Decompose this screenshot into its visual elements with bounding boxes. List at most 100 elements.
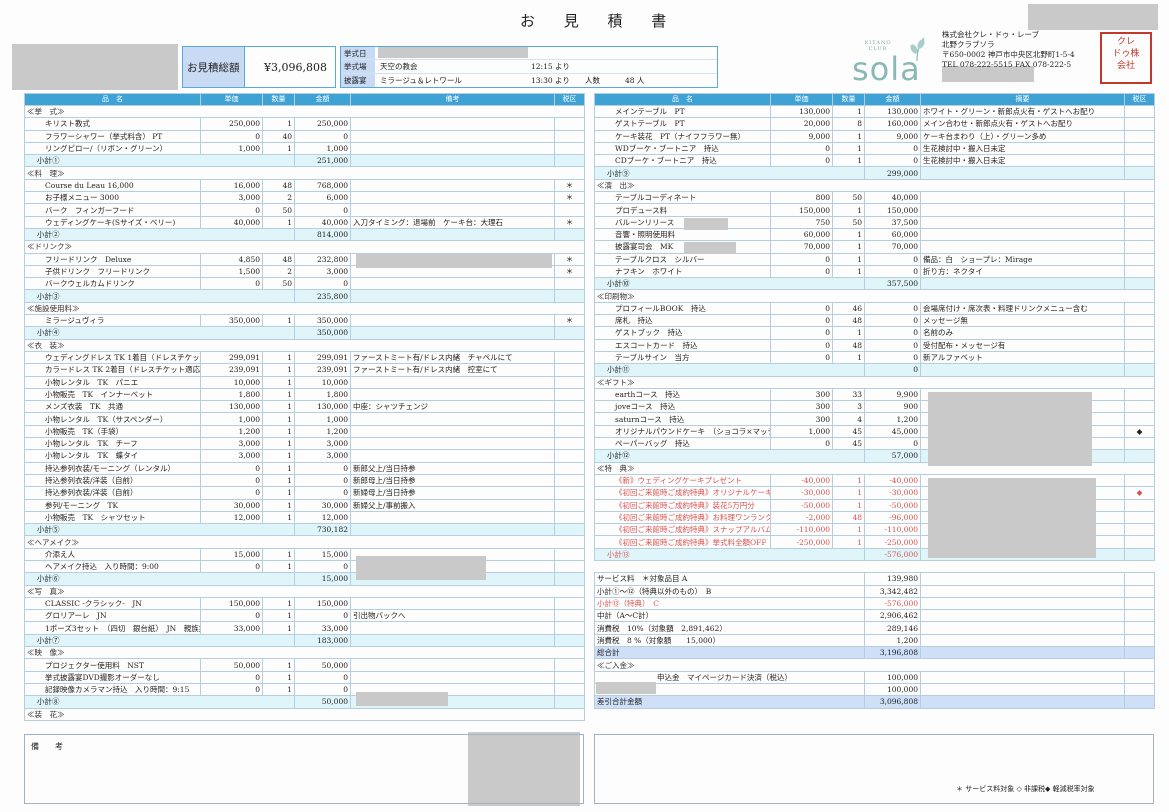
company-seal: クレ ドゥ株 会社	[1100, 32, 1152, 84]
table-row: 挙式披露宴DVD撮影オーダーなし 0 1 0	[24, 670, 585, 684]
item-qty: 1	[262, 314, 295, 328]
event-k: 披露宴	[341, 73, 375, 87]
cell-tax	[1124, 621, 1155, 635]
item-note: 備品：白 ショープレ：Mirage	[920, 252, 1125, 266]
redacted-perk-notes	[928, 478, 1096, 558]
item-qty: 40	[262, 129, 295, 143]
table-row: 小計⑬（特典） C -576,000	[594, 596, 1155, 611]
item-note: 会場席付け・席次表・料理ドリンクメニュー含む	[920, 301, 1125, 316]
redacted-deposit-name	[596, 682, 656, 694]
item-name: 《新》ウェディングケーキプレゼント	[594, 473, 771, 488]
item-qty: 1	[832, 350, 865, 365]
cell-tax	[554, 523, 585, 537]
item-tax	[1124, 129, 1155, 143]
item-amount: 0	[294, 203, 351, 217]
item-name: 子供ドリンク フリードリンク	[24, 264, 201, 279]
cell-tax	[1124, 609, 1155, 623]
item-price: 0	[770, 264, 833, 279]
table-row: 席札 持込 0 48 0 メッセージ無	[594, 314, 1155, 328]
item-price: 750	[770, 215, 833, 229]
table-row: 小物販売 TK インナーベット 1,800 1 1,800	[24, 387, 585, 402]
item-price: 9,000	[770, 129, 833, 143]
item-name: ゲストテーブル PT	[594, 117, 771, 131]
item-tax	[1124, 117, 1155, 131]
table-row: ケーキ装花 PT（ナイフフラワー無） 9,000 1 9,000 ケーキ台まわり（上）・…	[594, 129, 1155, 143]
item-tax	[1124, 387, 1155, 402]
item-note	[350, 141, 555, 156]
item-amount: 232,800	[294, 252, 351, 266]
item-qty: 1	[262, 486, 295, 500]
item-tax	[554, 412, 585, 426]
item-name: 小物販売 TK インナーベット	[24, 387, 201, 402]
item-amount: 0	[294, 486, 351, 500]
section-header: ≪写 真≫	[24, 584, 585, 598]
item-amount: 350,000	[294, 314, 351, 328]
item-qty: 1	[262, 215, 295, 229]
section-header: ≪映 像≫	[24, 646, 585, 660]
item-qty: 1	[262, 449, 295, 463]
redacted-event-date	[378, 47, 528, 58]
item-tax: ＊	[554, 191, 585, 205]
item-tax: ◆	[1124, 424, 1155, 439]
item-note	[350, 424, 555, 439]
item-price: -110,000	[770, 523, 833, 537]
column-header: 摘要	[920, 93, 1125, 106]
item-qty: 1	[262, 609, 295, 623]
item-tax	[1124, 301, 1155, 316]
table-row: 小物レンタル TK（サスペンダー） 1,000 1 1,000	[24, 412, 585, 426]
item-tax	[554, 375, 585, 389]
subtotal-amount: 251,000	[294, 154, 351, 168]
page-title: お 見 積 書	[520, 12, 679, 30]
item-qty: 1	[262, 670, 295, 684]
subtotal-label: 小計①	[24, 154, 295, 168]
subtotal-label: 小計⑫	[594, 449, 865, 463]
item-name: 参列/モーニング TK	[24, 498, 201, 512]
item-qty: 1	[832, 486, 865, 500]
table-row: ウェディングドレス TK 1着目（ドレスチケット適応済み）299,0911299…	[24, 350, 585, 365]
section-header: ≪ドリンク≫	[24, 240, 585, 254]
item-amount: 0	[294, 461, 351, 475]
redacted-mc	[684, 242, 736, 254]
item-price: 300	[770, 400, 833, 414]
leaf-logo-icon	[910, 37, 925, 62]
item-tax: ＊	[554, 252, 585, 266]
table-row: 小計⑥ 15,000	[24, 572, 585, 586]
summary-label: 中計（A～C計）	[594, 609, 865, 623]
item-amount: 1,800	[294, 387, 351, 402]
summary-amount: 139,980	[864, 572, 921, 586]
item-tax	[1124, 412, 1155, 426]
item-price: 0	[770, 252, 833, 266]
item-name: グロリアーレ JN	[24, 609, 201, 623]
table-row: 小物レンタル TK 蝶タイ 3,000 1 3,000	[24, 449, 585, 463]
event-v: 天空の教会	[380, 61, 418, 71]
item-name: ナフキン ホワイト	[594, 264, 771, 279]
item-price: 0	[770, 326, 833, 340]
item-name: キリスト教式	[24, 117, 201, 131]
table-row: ≪ご入金≫	[594, 658, 1155, 672]
cell-note	[920, 646, 1125, 660]
table-row: 消費税 8 %（対象額 15,000） 1,200	[594, 633, 1155, 648]
item-amount: 45,000	[864, 424, 921, 439]
item-note: 受付配布・メッセージ有	[920, 338, 1125, 352]
item-tax	[554, 449, 585, 463]
item-note	[350, 670, 555, 684]
subtotal-label: 小計②	[24, 227, 295, 242]
item-price: 0	[770, 338, 833, 352]
item-tax	[1124, 314, 1155, 328]
item-price: 0	[200, 682, 263, 697]
item-amount: -30,000	[864, 486, 921, 500]
table-row: 持込参列衣装/洋装（自前） 0 1 0 新郎母上/当日持参	[24, 473, 585, 488]
item-qty: 45	[832, 437, 865, 451]
item-price: 130,000	[770, 104, 833, 119]
column-header: 備考	[350, 93, 555, 106]
table-row: ≪装 花≫	[24, 707, 585, 721]
item-qty: 45	[832, 424, 865, 439]
item-note	[350, 203, 555, 217]
cell-tax	[1124, 682, 1155, 697]
section-header: ≪料 理≫	[24, 166, 585, 180]
item-qty: 3	[832, 400, 865, 414]
item-price: 0	[770, 141, 833, 156]
item-amount: 0	[864, 252, 921, 266]
table-row: フラワーシャワー（挙式料含） PT 0 40 0	[24, 129, 585, 143]
item-qty: 1	[262, 350, 295, 365]
